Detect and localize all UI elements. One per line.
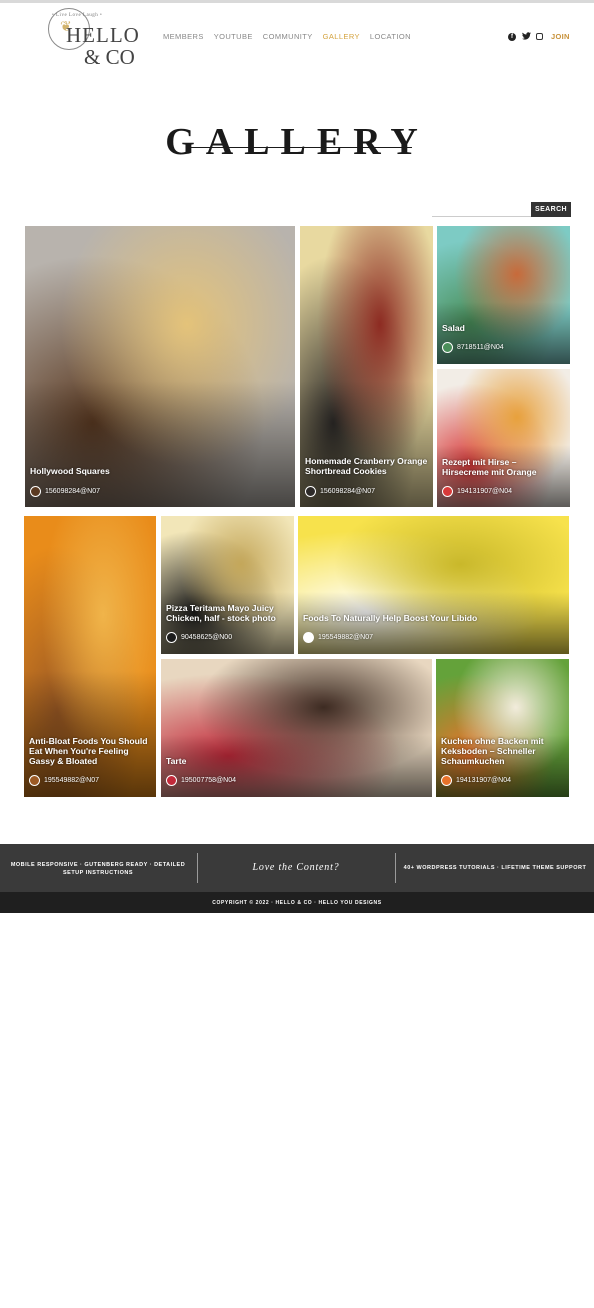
author-name[interactable]: 195549882@N07: [318, 634, 373, 641]
author-name[interactable]: 156098284@N07: [320, 488, 375, 495]
author-name[interactable]: 8718511@N04: [457, 344, 504, 351]
tile-caption: Foods To Naturally Help Boost Your Libid…: [303, 613, 478, 623]
footer-copyright-bar: COPYRIGHT © 2022 · HELLO & CO · HELLO YO…: [0, 892, 594, 913]
nav-item-members[interactable]: MEMBERS: [163, 32, 204, 41]
tile-caption: Salad: [442, 323, 465, 333]
footer-features-right: 40+ WORDPRESS TUTORIALS · LIFETIME THEME…: [403, 865, 587, 871]
tile-author: 195007758@N04: [166, 775, 236, 786]
gallery-tile[interactable]: Tarte 195007758@N04: [161, 659, 432, 797]
social-links: f JOIN: [508, 32, 570, 41]
footer-tagline[interactable]: Love the Content?: [198, 862, 394, 873]
tile-caption: Kuchen ohne Backen mit Keksboden – Schne…: [441, 736, 544, 766]
facebook-icon[interactable]: f: [508, 32, 516, 41]
author-avatar: [305, 486, 316, 497]
gallery-tile[interactable]: Pizza Teritama Mayo Juicy Chicken, half …: [161, 516, 294, 654]
tile-caption: Anti-Bloat Foods You Should Eat When You…: [29, 736, 148, 766]
top-border: [0, 0, 594, 3]
footer-features-left: MOBILE RESPONSIVE · GUTENBERG READY · DE…: [10, 862, 186, 876]
twitter-icon[interactable]: [522, 32, 531, 41]
gallery-tile[interactable]: Salad 8718511@N04: [437, 226, 570, 364]
site-logo[interactable]: • Live Love Laugh • ❦ HELLO & CO: [46, 8, 139, 69]
author-avatar: [303, 632, 314, 643]
tile-caption: Tarte: [166, 756, 187, 766]
author-avatar: [442, 486, 453, 497]
author-name[interactable]: 194131907@N04: [456, 777, 511, 784]
tile-caption: Hollywood Squares: [30, 466, 110, 476]
tile-author: 156098284@N07: [30, 486, 100, 497]
author-avatar: [442, 342, 453, 353]
gallery-tile[interactable]: Homemade Cranberry Orange Shortbread Coo…: [300, 226, 433, 507]
author-avatar: [441, 775, 452, 786]
logo-line-2: & CO: [84, 45, 135, 69]
tile-author: 195549882@N07: [303, 632, 373, 643]
author-name[interactable]: 156098284@N07: [45, 488, 100, 495]
author-name[interactable]: 195007758@N04: [181, 777, 236, 784]
gallery-tile[interactable]: Hollywood Squares 156098284@N07: [25, 226, 295, 507]
join-link[interactable]: JOIN: [551, 32, 570, 41]
instagram-icon[interactable]: [536, 33, 543, 40]
search-input[interactable]: [432, 202, 530, 216]
tile-author: 195549882@N07: [29, 775, 99, 786]
gallery-tile[interactable]: Foods To Naturally Help Boost Your Libid…: [298, 516, 569, 654]
footer-divider: [395, 853, 396, 883]
tile-caption: Homemade Cranberry Orange Shortbread Coo…: [305, 456, 428, 476]
tile-author: 8718511@N04: [442, 342, 504, 353]
gallery-tile[interactable]: Anti-Bloat Foods You Should Eat When You…: [24, 516, 156, 797]
tile-author: 156098284@N07: [305, 486, 375, 497]
tile-caption: Rezept mit Hirse – Hirsecreme mit Orange: [442, 457, 537, 477]
author-avatar: [166, 775, 177, 786]
author-avatar: [30, 486, 41, 497]
tile-author: 90458625@N00: [166, 632, 232, 643]
nav-item-youtube[interactable]: YOUTUBE: [214, 32, 253, 41]
tile-author: 194131907@N04: [442, 486, 512, 497]
gallery-tile[interactable]: Rezept mit Hirse – Hirsecreme mit Orange…: [437, 369, 570, 507]
footer-banner: MOBILE RESPONSIVE · GUTENBERG READY · DE…: [0, 844, 594, 892]
copyright-text: COPYRIGHT © 2022 · HELLO & CO · HELLO YO…: [212, 900, 382, 906]
nav-item-community[interactable]: COMMUNITY: [263, 32, 313, 41]
tile-author: 194131907@N04: [441, 775, 511, 786]
page-title: GALLERY: [165, 121, 429, 163]
author-name[interactable]: 90458625@N00: [181, 634, 232, 641]
search-button[interactable]: SEARCH: [531, 202, 571, 217]
author-avatar: [166, 632, 177, 643]
author-name[interactable]: 195549882@N07: [44, 777, 99, 784]
author-avatar: [29, 775, 40, 786]
main-nav: MEMBERS YOUTUBE COMMUNITY GALLERY LOCATI…: [163, 32, 411, 41]
search-underline: [432, 216, 532, 217]
nav-item-location[interactable]: LOCATION: [370, 32, 411, 41]
title-strike-line: [188, 147, 412, 148]
author-name[interactable]: 194131907@N04: [457, 488, 512, 495]
tile-caption: Pizza Teritama Mayo Juicy Chicken, half …: [166, 603, 276, 623]
nav-item-gallery[interactable]: GALLERY: [323, 32, 360, 41]
gallery-tile[interactable]: Kuchen ohne Backen mit Keksboden – Schne…: [436, 659, 569, 797]
